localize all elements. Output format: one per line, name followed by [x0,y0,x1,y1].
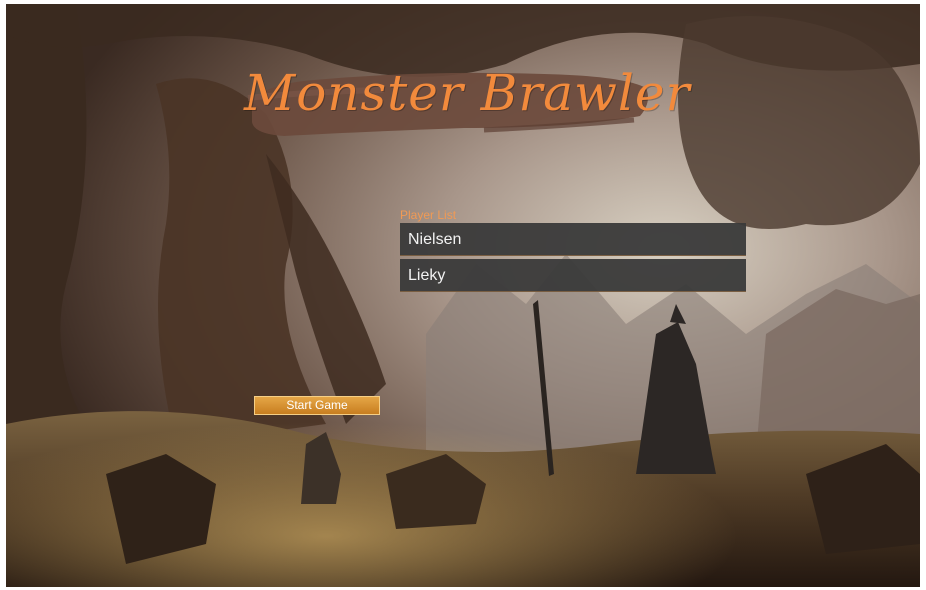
start-game-button[interactable]: Start Game [254,396,380,415]
player-list-label: Player List [400,208,457,222]
player-list-item: Lieky [400,259,746,292]
title-banner: Monster Brawler [244,58,691,148]
player-list-item: Nielsen [400,223,746,256]
game-title: Monster Brawler [244,64,691,122]
game-screen: Monster Brawler Player List Nielsen Liek… [6,4,920,587]
player-list: Nielsen Lieky [400,223,746,295]
